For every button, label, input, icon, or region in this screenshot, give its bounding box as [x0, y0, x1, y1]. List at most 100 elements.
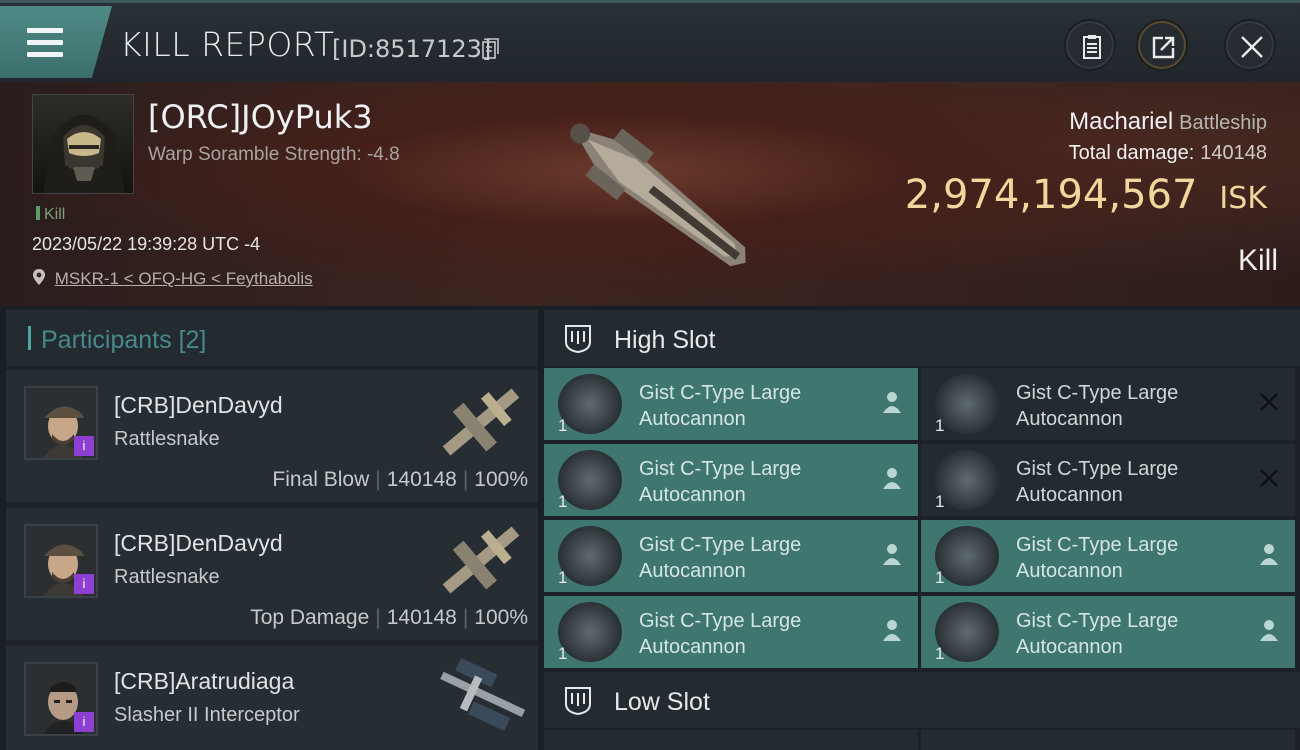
corp-badge: i: [74, 712, 94, 732]
module-quantity: 1: [558, 492, 568, 511]
participant-role: Final Blow: [272, 468, 370, 491]
module-slot[interactable]: 1 Gist C-Type Large Autocannon: [921, 520, 1295, 592]
participant-ship: Rattlesnake: [114, 428, 220, 450]
participant-ship: Slasher II Interceptor: [114, 704, 300, 726]
autocannon-icon: [935, 602, 999, 662]
slot-icon: [565, 325, 591, 354]
total-damage: Total damage: 140148: [1069, 142, 1267, 165]
module-quantity: 1: [558, 568, 568, 587]
low-slot-header: Low Slot: [544, 672, 1300, 728]
participant-percent: 100%: [474, 468, 528, 491]
pilot-icon: [1260, 620, 1278, 641]
victim-ship-image[interactable]: [530, 92, 780, 292]
pilot-icon: [883, 468, 901, 489]
participants-header: Participants [2]: [6, 310, 538, 366]
corp-badge: i: [74, 574, 94, 594]
kill-tag: Kill: [36, 206, 65, 224]
share-icon: [1152, 36, 1175, 59]
ship-class: Battleship: [1179, 112, 1267, 134]
report-id: [ID:8517123]: [332, 35, 492, 63]
module-slot[interactable]: [921, 730, 1295, 750]
slot-icon: [565, 687, 591, 716]
autocannon-icon: [558, 526, 622, 586]
participant-row[interactable]: i [CRB]Aratrudiaga Slasher II Intercepto…: [6, 646, 538, 750]
participant-ship-image: [442, 388, 520, 456]
victim-portrait[interactable]: [32, 94, 134, 194]
module-slot[interactable]: 1 Gist C-Type Large Autocannon: [544, 444, 918, 516]
participant-ship-image: [442, 526, 520, 594]
module-quantity: 1: [935, 416, 945, 435]
location-pin-icon: [33, 269, 45, 285]
module-slot[interactable]: 1 Gist C-Type Large Autocannon: [921, 596, 1295, 668]
participant-percent: 100%: [474, 606, 528, 629]
module-name: Gist C-Type Large Autocannon: [639, 458, 802, 506]
module-quantity: 1: [558, 644, 568, 663]
participant-row[interactable]: i [CRB]DenDavyd Rattlesnake Top Damage | 1…: [6, 508, 538, 640]
result-label: Kill: [1237, 244, 1278, 277]
location-link[interactable]: MSKR-1 < OFQ-HG < Feythabolis: [32, 268, 313, 289]
participant-damage: 140148: [386, 468, 457, 491]
module-quantity: 1: [558, 416, 568, 435]
top-bar: KILL REPORT [ID:8517123]: [0, 0, 1300, 82]
participant-name[interactable]: [CRB]Aratrudiaga: [114, 668, 294, 695]
autocannon-icon: [558, 450, 622, 510]
pilot-icon: [1260, 544, 1278, 565]
module-slot[interactable]: [544, 730, 918, 750]
participant-stats: Final Blow | 140148 | 100%: [272, 468, 528, 491]
close-icon: [1241, 36, 1263, 58]
victim-ship: Machariel Battleship: [1069, 108, 1267, 136]
total-damage-value: 140148: [1200, 142, 1267, 164]
avatar[interactable]: i: [24, 386, 98, 460]
clipboard-button[interactable]: [1064, 19, 1116, 71]
ship-name[interactable]: Machariel: [1069, 108, 1173, 135]
module-slot[interactable]: 1 Gist C-Type Large Autocannon: [544, 368, 918, 440]
pilot-icon: [883, 544, 901, 565]
victim-banner: [ORC]JOyPuk3 Warp Soramble Strength: -4.…: [0, 82, 1300, 306]
isk-value: 2,974,194,567 ISK: [905, 172, 1267, 218]
autocannon-icon: [558, 602, 622, 662]
participant-damage: 140148: [386, 606, 457, 629]
participants-count: [2]: [178, 326, 207, 354]
isk-unit: ISK: [1219, 181, 1267, 216]
pilot-icon: [883, 620, 901, 641]
module-quantity: 1: [935, 492, 945, 511]
share-button[interactable]: [1136, 19, 1188, 71]
victim-name[interactable]: [ORC]JOyPuk3: [148, 98, 373, 136]
module-slot[interactable]: 1 Gist C-Type Large Autocannon: [921, 444, 1295, 516]
participant-role: Top Damage: [250, 606, 370, 629]
module-name: Gist C-Type Large Autocannon: [1016, 382, 1179, 430]
participant-name[interactable]: [CRB]DenDavyd: [114, 392, 283, 419]
participants-title: Participants [2]: [41, 326, 207, 354]
module-slot[interactable]: 1 Gist C-Type Large Autocannon: [921, 368, 1295, 440]
high-slot-title: High Slot: [614, 326, 716, 354]
destroyed-x-icon: [1260, 469, 1278, 487]
close-button[interactable]: [1224, 19, 1276, 71]
module-name: Gist C-Type Large Autocannon: [639, 534, 802, 582]
participant-ship: Rattlesnake: [114, 566, 220, 588]
participant-row[interactable]: i [CRB]DenDavyd Rattlesnake Final Blow | 1…: [6, 370, 538, 502]
location-text[interactable]: MSKR-1 < OFQ-HG < Feythabolis: [55, 269, 313, 288]
module-slot[interactable]: 1 Gist C-Type Large Autocannon: [544, 520, 918, 592]
participant-ship-image: [440, 657, 526, 731]
warp-scramble-strength: Warp Soramble Strength: -4.8: [148, 144, 400, 165]
participants-panel: Participants [2] i [CRB]DenDavyd Rattles…: [6, 310, 538, 750]
total-damage-label: Total damage:: [1068, 142, 1195, 164]
pilot-icon: [883, 392, 901, 413]
autocannon-icon: [558, 374, 622, 434]
autocannon-icon: [935, 450, 999, 510]
module-quantity: 1: [935, 568, 945, 587]
module-slot[interactable]: 1 Gist C-Type Large Autocannon: [544, 596, 918, 668]
avatar[interactable]: i: [24, 524, 98, 598]
module-quantity: 1: [935, 644, 945, 663]
avatar[interactable]: i: [24, 662, 98, 736]
participant-name[interactable]: [CRB]DenDavyd: [114, 530, 283, 557]
kill-datetime: 2023/05/22 19:39:28 UTC -4: [32, 234, 261, 254]
module-name: Gist C-Type Large Autocannon: [639, 382, 802, 430]
page-title: KILL REPORT: [120, 25, 335, 64]
autocannon-icon: [935, 374, 999, 434]
menu-button[interactable]: [0, 6, 112, 78]
module-name: Gist C-Type Large Autocannon: [1016, 610, 1179, 658]
copy-icon[interactable]: [482, 38, 500, 60]
high-slot-header: High Slot: [544, 310, 1300, 366]
module-name: Gist C-Type Large Autocannon: [639, 610, 802, 658]
